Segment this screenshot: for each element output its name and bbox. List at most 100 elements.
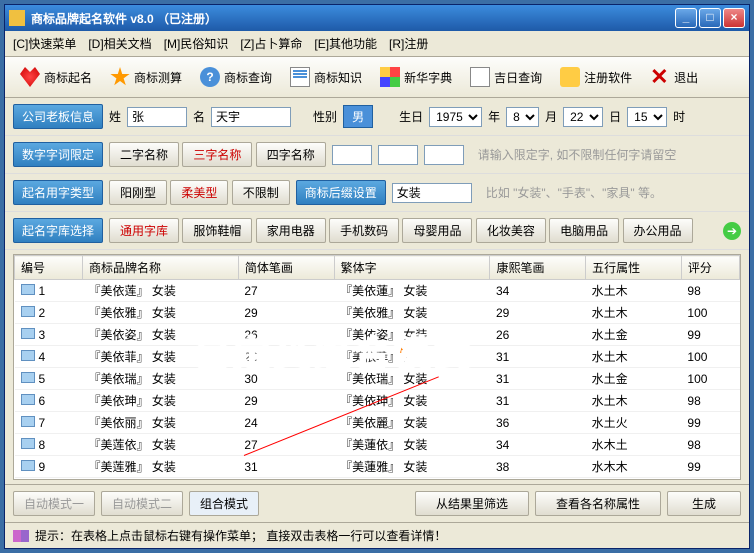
suffix-input[interactable] xyxy=(392,183,472,203)
menu-item[interactable]: [R]注册 xyxy=(389,37,428,51)
cell: 『美依菲』 女装 xyxy=(83,346,239,368)
table-row[interactable]: 1『美依莲』 女装27『美依蓮』 女装34水土木98 xyxy=(15,280,740,302)
gender-button[interactable]: 男 xyxy=(343,105,373,128)
cell: 31 xyxy=(238,456,334,478)
cell: 4 xyxy=(15,346,83,368)
table-row[interactable]: 9『美莲雅』 女装31『美蓮雅』 女装38水木木99 xyxy=(15,456,740,478)
char-limit-button[interactable]: 数字字词限定 xyxy=(13,142,103,167)
year-select[interactable]: 1975 xyxy=(429,107,482,127)
form-row-1: 公司老板信息 姓 名 性别 男 生日 1975 年 8 月 22 日 15 时 xyxy=(5,98,749,136)
suffix-settings-button[interactable]: 商标后缀设置 xyxy=(296,180,386,205)
cell: 27 xyxy=(238,280,334,302)
option-button[interactable]: 母婴用品 xyxy=(402,218,472,243)
option-button[interactable]: 化妆美容 xyxy=(476,218,546,243)
toolbar-label: 注册软件 xyxy=(584,69,632,86)
toolbar-key-button[interactable]: 注册软件 xyxy=(553,63,639,91)
cell: 31 xyxy=(490,368,586,390)
cell: 29 xyxy=(238,390,334,412)
cell: 100 xyxy=(681,302,739,324)
toolbar-win-button[interactable]: 新华字典 xyxy=(373,63,459,91)
table-row[interactable]: 5『美依瑞』 女装30『美依瑞』 女装31水土金100 xyxy=(15,368,740,390)
cell: 98 xyxy=(681,390,739,412)
results-table: 编号商标品牌名称简体笔画繁体字康熙笔画五行属性评分 1『美依莲』 女装27『美依… xyxy=(14,255,740,480)
char-lib-button[interactable]: 起名字库选择 xyxy=(13,218,103,243)
view-attrs-button[interactable]: 查看各名称属性 xyxy=(535,491,661,516)
option-button[interactable]: 不限制 xyxy=(232,180,290,205)
char-type-button[interactable]: 起名用字类型 xyxy=(13,180,103,205)
option-button[interactable]: 柔美型 xyxy=(170,180,228,205)
menu-item[interactable]: [D]相关文档 xyxy=(88,37,151,51)
toolbar-cal-button[interactable]: 吉日查询 xyxy=(463,63,549,91)
menu-item[interactable]: [C]快速菜单 xyxy=(13,37,76,51)
auto-mode-2-button[interactable]: 自动模式二 xyxy=(101,491,183,516)
option-button[interactable]: 四字名称 xyxy=(256,142,326,167)
month-select[interactable]: 8 xyxy=(506,107,539,127)
option-button[interactable]: 通用字库 xyxy=(109,218,179,243)
auto-mode-1-button[interactable]: 自动模式一 xyxy=(13,491,95,516)
table-row[interactable]: 6『美依珅』 女装29『美依珅』 女装31水土木98 xyxy=(15,390,740,412)
option-button[interactable]: 二字名称 xyxy=(109,142,179,167)
option-button[interactable]: 电脑用品 xyxy=(549,218,619,243)
option-button[interactable]: 三字名称 xyxy=(182,142,252,167)
toolbar-star-button[interactable]: 商标测算 xyxy=(103,63,189,91)
name-input[interactable] xyxy=(211,107,291,127)
table-row[interactable]: 10『美莲姿』 女装28『美蓮姿』 女装35水木金100 xyxy=(15,478,740,481)
option-button[interactable]: 家用电器 xyxy=(256,218,326,243)
column-header[interactable]: 编号 xyxy=(15,256,83,280)
table-row[interactable]: 3『美依姿』 女装26『美依姿』 女装26水土金99 xyxy=(15,324,740,346)
cal-icon xyxy=(470,67,490,87)
cell: 5 xyxy=(15,368,83,390)
filter-results-button[interactable]: 从结果里筛选 xyxy=(415,491,529,516)
limit-hint: 请输入限定字, 如不限制任何字请留空 xyxy=(478,146,677,163)
generate-button[interactable]: 生成 xyxy=(667,491,741,516)
cell: 10 xyxy=(15,478,83,481)
option-button[interactable]: 手机数码 xyxy=(329,218,399,243)
toolbar-doc-button[interactable]: 商标知识 xyxy=(283,63,369,91)
cell: 38 xyxy=(490,456,586,478)
table-row[interactable]: 4『美依菲』 女装28『美依菲』 女装31水土木100 xyxy=(15,346,740,368)
cell: 『美蓮姿』 女装 xyxy=(334,478,490,481)
menu-item[interactable]: [M]民俗知识 xyxy=(164,37,229,51)
cell: 28 xyxy=(238,346,334,368)
limit-input-1[interactable] xyxy=(332,145,372,165)
option-button[interactable]: 服饰鞋帽 xyxy=(182,218,252,243)
option-button[interactable]: 办公用品 xyxy=(623,218,693,243)
column-header[interactable]: 康熙笔画 xyxy=(490,256,586,280)
maximize-button[interactable]: □ xyxy=(699,8,721,28)
column-header[interactable]: 五行属性 xyxy=(586,256,682,280)
doc-icon xyxy=(290,67,310,87)
menu-item[interactable]: [E]其他功能 xyxy=(314,37,377,51)
hour-select[interactable]: 15 xyxy=(627,107,667,127)
table-row[interactable]: 7『美依丽』 女装24『美依麗』 女装36水土火99 xyxy=(15,412,740,434)
combo-mode-button[interactable]: 组合模式 xyxy=(189,491,259,516)
column-header[interactable]: 繁体字 xyxy=(334,256,490,280)
next-arrow-button[interactable]: ➔ xyxy=(723,222,741,240)
day-select[interactable]: 22 xyxy=(563,107,603,127)
limit-input-2[interactable] xyxy=(378,145,418,165)
toolbar-heart-button[interactable]: 商标起名 xyxy=(13,63,99,91)
cell: 34 xyxy=(490,280,586,302)
cell: 99 xyxy=(681,412,739,434)
boss-info-button[interactable]: 公司老板信息 xyxy=(13,104,103,129)
cell: 『美蓮依』 女装 xyxy=(334,434,490,456)
month-label: 月 xyxy=(545,108,557,125)
toolbar-q-button[interactable]: ?商标查询 xyxy=(193,63,279,91)
table-row[interactable]: 8『美莲依』 女装27『美蓮依』 女装34水木土98 xyxy=(15,434,740,456)
minimize-button[interactable]: _ xyxy=(675,8,697,28)
row-icon xyxy=(21,306,35,317)
option-button[interactable]: 阳刚型 xyxy=(109,180,167,205)
column-header[interactable]: 评分 xyxy=(681,256,739,280)
suffix-hint: 比如 "女装"、"手表"、"家具" 等。 xyxy=(486,184,662,201)
column-header[interactable]: 商标品牌名称 xyxy=(83,256,239,280)
close-button[interactable]: × xyxy=(723,8,745,28)
cell: 31 xyxy=(490,390,586,412)
cell: 26 xyxy=(238,324,334,346)
cell: 『美依姿』 女装 xyxy=(334,324,490,346)
toolbar-x-button[interactable]: ✕退出 xyxy=(643,63,705,91)
column-header[interactable]: 简体笔画 xyxy=(238,256,334,280)
footer-buttons: 自动模式一 自动模式二 组合模式 从结果里筛选 查看各名称属性 生成 xyxy=(5,484,749,522)
limit-input-3[interactable] xyxy=(424,145,464,165)
table-row[interactable]: 2『美依雅』 女装29『美依雅』 女装29水土木100 xyxy=(15,302,740,324)
menu-item[interactable]: [Z]占卜算命 xyxy=(240,37,302,51)
surname-input[interactable] xyxy=(127,107,187,127)
